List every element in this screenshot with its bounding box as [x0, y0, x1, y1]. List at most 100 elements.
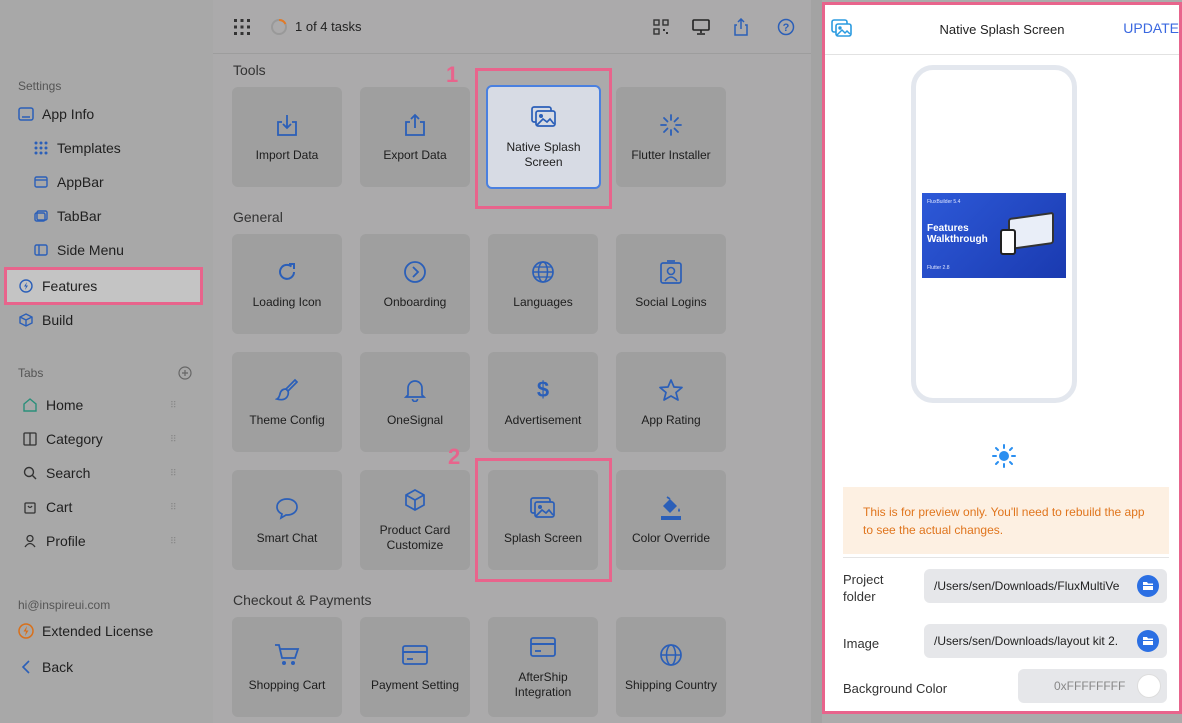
card-label: Social Logins [635, 294, 707, 309]
background-color-field[interactable]: 0xFFFFFFFF [1018, 669, 1167, 703]
tab-item-label: Profile [46, 533, 86, 549]
user-icon [22, 533, 38, 549]
tab-item-label: Category [46, 431, 103, 447]
phone-preview: FluxBuilder 5.4 Features Walkthrough Flu… [911, 65, 1077, 403]
project-folder-field[interactable]: /Users/sen/Downloads/FluxMultiVe [924, 569, 1167, 603]
update-button[interactable]: UPDATE [1123, 20, 1179, 36]
color-swatch[interactable] [1137, 674, 1161, 698]
card-label: Theme Config [249, 412, 325, 427]
card-shopping-cart[interactable]: Shopping Cart [232, 617, 342, 717]
card-onboarding[interactable]: Onboarding [360, 234, 470, 334]
sidebar-item-tabbar[interactable]: TabBar [33, 202, 101, 230]
chevron-circle-icon [402, 259, 428, 285]
card-label: Flutter Installer [631, 147, 711, 162]
sidebar-item-label: TabBar [57, 208, 102, 224]
sun-icon[interactable] [992, 444, 1016, 473]
splash-headline: Features Walkthrough [927, 223, 988, 245]
drag-handle-icon[interactable]: ⠿ [170, 468, 177, 479]
bell-icon [402, 377, 428, 403]
tools-section-title: Tools [233, 62, 266, 78]
import-icon [274, 112, 300, 138]
tab-item-search[interactable]: Search ⠿ [22, 459, 192, 487]
paintbrush-icon [274, 377, 300, 403]
card-native-splash-screen[interactable]: Native Splash Screen [486, 85, 601, 189]
features-main: 1 of 4 tasks ? Tools General Checkout & … [213, 0, 811, 723]
sidebar-item-features[interactable]: Features [18, 272, 97, 300]
card-smart-chat[interactable]: Smart Chat [232, 470, 342, 570]
card-label: Shipping Country [624, 677, 718, 692]
grid-icon [33, 140, 49, 156]
back-button[interactable]: Back [18, 653, 73, 681]
tab-item-category[interactable]: Category ⠿ [22, 425, 192, 453]
sidebar-item-appbar[interactable]: AppBar [33, 168, 104, 196]
image-label: Image [843, 636, 880, 651]
search-icon [22, 465, 38, 481]
folder-icon[interactable] [1137, 575, 1159, 597]
help-icon[interactable]: ? [776, 17, 796, 37]
card-product-card-customize[interactable]: Product Card Customize [360, 470, 470, 570]
annotation-number-1: 1 [446, 62, 459, 87]
card-languages[interactable]: Languages [488, 234, 598, 334]
card-aftership-integration[interactable]: AfterShip Integration [488, 617, 598, 717]
card-shipping-country[interactable]: Shipping Country [616, 617, 726, 717]
splash-footer: Flutter 2.8 [927, 265, 950, 271]
card-export-data[interactable]: Export Data [360, 87, 470, 187]
card-color-override[interactable]: Color Override [616, 470, 726, 570]
desktop-icon[interactable] [691, 17, 711, 37]
sidebar-item-label: App Info [42, 106, 95, 122]
card-import-data[interactable]: Import Data [232, 87, 342, 187]
sidebar-item-app-info[interactable]: App Info [18, 100, 94, 128]
card-splash-screen[interactable]: Splash Screen [488, 470, 598, 570]
preview-notice: This is for preview only. You'll need to… [843, 487, 1169, 554]
native-splash-panel: Native Splash Screen UPDATE FluxBuilder … [822, 2, 1182, 714]
card-label: OneSignal [386, 412, 444, 427]
sidebar-item-label: Side Menu [57, 242, 124, 258]
card-label: Languages [513, 294, 573, 309]
sidebar-item-label: Features [42, 278, 98, 294]
panel-divider [811, 0, 822, 723]
card-payment-setting[interactable]: Payment Setting [360, 617, 470, 717]
loader-icon [658, 112, 684, 138]
folder-icon[interactable] [1137, 630, 1159, 652]
background-color-label: Background Color [843, 681, 948, 696]
box-icon [402, 487, 428, 513]
image-field[interactable]: /Users/sen/Downloads/layout kit 2. [924, 624, 1167, 658]
tab-item-home[interactable]: Home ⠿ [22, 391, 192, 419]
task-progress-label[interactable]: 1 of 4 tasks [295, 19, 361, 34]
card-flutter-installer[interactable]: Flutter Installer [616, 87, 726, 187]
tab-item-cart[interactable]: Cart ⠿ [22, 493, 192, 521]
card-app-rating[interactable]: App Rating [616, 352, 726, 452]
globe-icon [530, 259, 556, 285]
globe-icon [658, 642, 684, 668]
lightning-icon [18, 623, 34, 639]
drag-handle-icon[interactable]: ⠿ [170, 434, 177, 445]
extended-license-link[interactable]: Extended License [18, 617, 153, 645]
tab-item-profile[interactable]: Profile ⠿ [22, 527, 192, 555]
apps-grid-icon[interactable] [232, 17, 252, 37]
cart-icon [274, 642, 300, 668]
project-folder-label: Project folder [843, 572, 884, 604]
qr-code-icon[interactable] [651, 17, 671, 37]
card-theme-config[interactable]: Theme Config [232, 352, 342, 452]
card-label: Onboarding [383, 294, 447, 309]
card-label: Payment Setting [370, 677, 460, 692]
card-advertisement[interactable]: $ Advertisement [488, 352, 598, 452]
card-label: Native Splash Screen [506, 140, 581, 169]
sidebar-item-side-menu[interactable]: Side Menu [33, 236, 124, 264]
background-color-value: 0xFFFFFFFF [1054, 679, 1126, 693]
add-tab-icon[interactable] [178, 366, 192, 380]
card-onesignal[interactable]: OneSignal [360, 352, 470, 452]
drag-handle-icon[interactable]: ⠿ [170, 536, 177, 547]
drag-handle-icon[interactable]: ⠿ [170, 400, 177, 411]
id-badge-icon [658, 259, 684, 285]
project-folder-value: /Users/sen/Downloads/FluxMultiVe [934, 579, 1120, 593]
sidebar-item-build[interactable]: Build [18, 306, 73, 334]
card-label: Export Data [383, 147, 447, 162]
share-icon[interactable] [731, 17, 751, 37]
dollar-icon: $ [536, 376, 550, 402]
card-social-logins[interactable]: Social Logins [616, 234, 726, 334]
card-loading-icon[interactable]: Loading Icon [232, 234, 342, 334]
sidebar-item-templates[interactable]: Templates [33, 134, 121, 162]
splash-preview-image: FluxBuilder 5.4 Features Walkthrough Flu… [922, 193, 1066, 278]
drag-handle-icon[interactable]: ⠿ [170, 502, 177, 513]
